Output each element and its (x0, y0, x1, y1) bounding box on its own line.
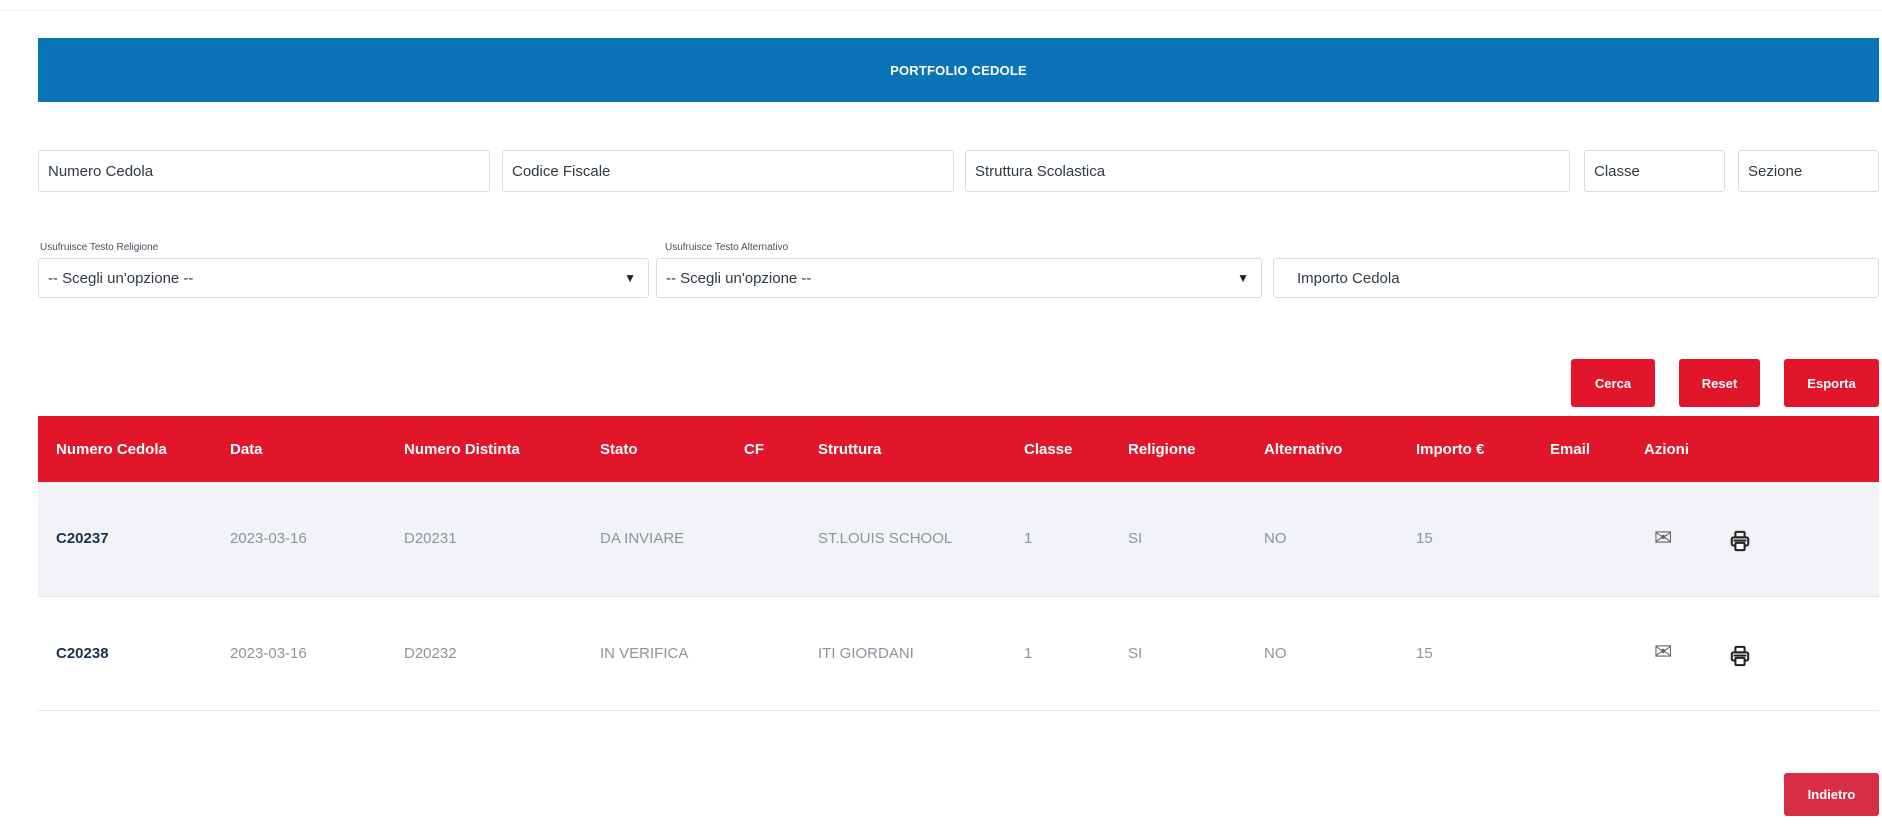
sezione-placeholder: Sezione (1748, 162, 1803, 180)
table-header-row: Numero Cedola Data Numero Distinta Stato… (38, 416, 1879, 482)
classe-placeholder: Classe (1594, 162, 1640, 180)
cell-stato: DA INVIARE (582, 482, 726, 597)
envelope-icon[interactable]: ✉ (1654, 639, 1672, 665)
col-religione[interactable]: Religione (1110, 416, 1246, 482)
col-stato[interactable]: Stato (582, 416, 726, 482)
page-title: PORTFOLIO CEDOLE (890, 62, 1027, 78)
cell-importo: 15 (1398, 596, 1532, 711)
cell-numero-distinta: D20232 (386, 596, 582, 711)
religione-selected-value: -- Scegli un'opzione -- (48, 269, 194, 287)
cell-azioni: ✉ (1626, 482, 1879, 597)
sezione-input[interactable]: Sezione (1738, 150, 1879, 192)
col-classe[interactable]: Classe (1006, 416, 1110, 482)
portfolio-cedole-page: PORTFOLIO CEDOLE Numero Cedola Codice Fi… (0, 0, 1882, 824)
reset-button[interactable]: Reset (1679, 359, 1760, 407)
esporta-button[interactable]: Esporta (1784, 359, 1879, 407)
cell-email (1532, 482, 1626, 597)
classe-input[interactable]: Classe (1584, 150, 1725, 192)
cerca-button[interactable]: Cerca (1571, 359, 1655, 407)
cell-classe: 1 (1006, 596, 1110, 711)
cell-stato: IN VERIFICA (582, 596, 726, 711)
cell-numero-cedola: C20238 (38, 596, 212, 711)
numero-cedola-input[interactable]: Numero Cedola (38, 150, 490, 192)
col-numero-cedola[interactable]: Numero Cedola (38, 416, 212, 482)
col-email[interactable]: Email (1532, 416, 1626, 482)
caret-down-icon: ▼ (1237, 271, 1249, 285)
cell-azioni: ✉ (1626, 596, 1879, 711)
alternativo-selected-value: -- Scegli un'opzione -- (666, 269, 812, 287)
importo-cedola-placeholder: Importo Cedola (1297, 269, 1400, 287)
cell-numero-distinta: D20231 (386, 482, 582, 597)
religione-label: Usufruisce Testo Religione (40, 242, 159, 253)
cell-struttura: ITI GIORDANI (800, 596, 1006, 711)
religione-select[interactable]: -- Scegli un'opzione -- ▼ (38, 258, 649, 298)
cell-cf (726, 596, 800, 711)
printer-icon[interactable] (1729, 530, 1751, 552)
importo-cedola-input[interactable]: Importo Cedola (1273, 258, 1879, 298)
struttura-scolastica-placeholder: Struttura Scolastica (975, 162, 1106, 180)
codice-fiscale-input[interactable]: Codice Fiscale (502, 150, 954, 192)
col-azioni: Azioni (1626, 416, 1879, 482)
cell-cf (726, 482, 800, 597)
cell-religione: SI (1110, 482, 1246, 597)
numero-cedola-placeholder: Numero Cedola (48, 162, 154, 180)
cell-alternativo: NO (1246, 482, 1398, 597)
alternativo-label: Usufruisce Testo Alternativo (665, 242, 789, 253)
struttura-scolastica-input[interactable]: Struttura Scolastica (965, 150, 1570, 192)
codice-fiscale-placeholder: Codice Fiscale (512, 162, 611, 180)
caret-down-icon: ▼ (624, 271, 636, 285)
indietro-button[interactable]: Indietro (1784, 773, 1879, 816)
table-row: C20237 2023-03-16 D20231 DA INVIARE ST.L… (38, 482, 1879, 597)
col-struttura[interactable]: Struttura (800, 416, 1006, 482)
envelope-icon[interactable]: ✉ (1654, 525, 1672, 551)
cell-numero-cedola: C20237 (38, 482, 212, 597)
page-title-banner: PORTFOLIO CEDOLE (38, 38, 1879, 102)
cell-data: 2023-03-16 (212, 482, 386, 597)
cedole-table: Numero Cedola Data Numero Distinta Stato… (38, 416, 1879, 711)
cell-importo: 15 (1398, 482, 1532, 597)
cell-struttura: ST.LOUIS SCHOOL (800, 482, 1006, 597)
alternativo-select[interactable]: -- Scegli un'opzione -- ▼ (656, 258, 1262, 298)
cell-alternativo: NO (1246, 596, 1398, 711)
col-importo[interactable]: Importo € (1398, 416, 1532, 482)
col-data[interactable]: Data (212, 416, 386, 482)
printer-icon[interactable] (1729, 645, 1751, 667)
table-row: C20238 2023-03-16 D20232 IN VERIFICA ITI… (38, 596, 1879, 711)
col-alternativo[interactable]: Alternativo (1246, 416, 1398, 482)
cell-classe: 1 (1006, 482, 1110, 597)
col-cf[interactable]: CF (726, 416, 800, 482)
col-numero-distinta[interactable]: Numero Distinta (386, 416, 582, 482)
cell-data: 2023-03-16 (212, 596, 386, 711)
top-divider (0, 10, 1882, 11)
cell-email (1532, 596, 1626, 711)
cell-religione: SI (1110, 596, 1246, 711)
